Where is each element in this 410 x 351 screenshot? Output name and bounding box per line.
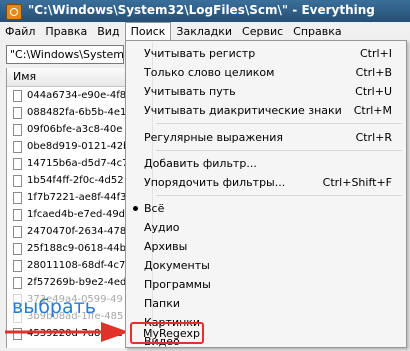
file-name: 044a6734-e90e-4f8 [27, 90, 127, 101]
menu-item-filter-programs[interactable]: Программы [128, 275, 404, 294]
menu-item-label: Документы [144, 259, 210, 272]
file-name: 0be8d919-0121-42b [27, 141, 130, 152]
file-icon [13, 225, 22, 238]
file-icon [13, 191, 22, 204]
menu-item-match-case[interactable]: Учитывать регистр Ctrl+I [128, 44, 404, 63]
menu-file[interactable]: Файл [0, 22, 40, 41]
file-name: 09f06bfe-a3c8-40e [27, 124, 123, 135]
list-item[interactable]: 1b54f4ff-2f0c-4d52 [7, 172, 131, 189]
menu-item-label: Программы [144, 278, 211, 291]
highlight-box [130, 322, 204, 344]
list-item[interactable]: 2470470f-2634-478 [7, 223, 131, 240]
list-item[interactable]: 0be8d919-0121-42b [7, 138, 131, 155]
file-name: 088482fa-6b5b-4e1 [27, 107, 127, 118]
file-icon [13, 140, 22, 153]
file-name: 14715b6a-d5d7-4c7 [27, 158, 129, 169]
list-item[interactable]: 09f06bfe-a3c8-40e [7, 121, 131, 138]
menu-item-label: Упорядочить фильтры... [144, 176, 286, 189]
list-item[interactable]: 25f188c9-0618-44b [7, 240, 131, 257]
file-name: 1b54f4ff-2f0c-4d52 [27, 175, 124, 186]
file-name: 1f7b7221-ae8f-44f3 [27, 192, 127, 203]
menu-item-shortcut: Ctrl+Shift+F [322, 176, 392, 189]
file-name: 25f188c9-0618-44b [27, 243, 126, 254]
column-header-name[interactable]: Имя [7, 68, 131, 87]
menu-item-match-path[interactable]: Учитывать путь Ctrl+U [128, 82, 404, 101]
file-icon [13, 106, 22, 119]
file-icon [13, 123, 22, 136]
list-item[interactable]: 14715b6a-d5d7-4c7 [7, 155, 131, 172]
list-item[interactable]: 2f57269b-b9e2-4ed [7, 274, 131, 291]
menu-item-regex[interactable]: Регулярные выражения Ctrl+R [128, 128, 404, 147]
menu-view[interactable]: Вид [92, 22, 124, 41]
menu-item-label: Только слово целиком [144, 66, 275, 79]
menu-help[interactable]: Справка [288, 22, 346, 41]
menu-item-match-diacritics[interactable]: Учитывать диакритические знаки Ctrl+M [128, 101, 404, 120]
menu-separator [156, 150, 402, 151]
search-menu-dropdown: Учитывать регистр Ctrl+I Только слово цел… [125, 40, 407, 348]
menu-separator [156, 123, 402, 124]
title-bar: "C:\Windows\System32\LogFiles\Scm\" - Ev… [0, 0, 410, 23]
list-item[interactable]: 044a6734-e90e-4f8 [7, 87, 131, 104]
menu-edit[interactable]: Правка [40, 22, 92, 41]
menu-item-label: Учитывать диакритические знаки [144, 104, 342, 117]
list-item[interactable]: 1f7b7221-ae8f-44f3 [7, 189, 131, 206]
menu-item-shortcut: Ctrl+B [355, 66, 392, 79]
menu-item-filter-all[interactable]: Всё [128, 199, 404, 218]
selected-bullet-icon [133, 206, 138, 211]
file-icon [13, 174, 22, 187]
menu-search[interactable]: Поиск [124, 22, 172, 41]
menu-tools[interactable]: Сервис [237, 22, 288, 41]
menu-item-filter-folders[interactable]: Папки [128, 294, 404, 313]
menu-item-label: Добавить фильтр... [144, 157, 257, 170]
search-input[interactable]: "C:\Windows\System32 [6, 45, 124, 64]
list-item[interactable]: 088482fa-6b5b-4e1 [7, 104, 131, 121]
menu-item-label: Папки [144, 297, 180, 310]
menu-item-filter-audio[interactable]: Аудио [128, 218, 404, 237]
menu-item-add-filter[interactable]: Добавить фильтр... [128, 154, 404, 173]
file-icon [13, 208, 22, 221]
menu-bar: Файл Правка Вид Поиск Закладки Сервис Сп… [0, 22, 410, 41]
menu-item-filter-documents[interactable]: Документы [128, 256, 404, 275]
menu-bookmarks[interactable]: Закладки [171, 22, 237, 41]
menu-item-label: Архивы [144, 240, 188, 253]
window-title: "C:\Windows\System32\LogFiles\Scm\" - Ev… [28, 3, 375, 17]
file-name: 1fcaed4b-e7ed-49d [27, 209, 126, 220]
everything-app-icon [6, 4, 22, 20]
menu-item-label: Учитывать регистр [144, 47, 256, 60]
menu-item-shortcut: Ctrl+U [355, 85, 392, 98]
menu-item-label: Аудио [144, 221, 180, 234]
file-name: 28011108-68df-4c7 [27, 260, 126, 271]
menu-item-whole-word[interactable]: Только слово целиком Ctrl+B [128, 63, 404, 82]
file-name: 2f57269b-b9e2-4ed [27, 277, 127, 288]
list-item[interactable]: 1fcaed4b-e7ed-49d [7, 206, 131, 223]
menu-item-label: Учитывать путь [144, 85, 236, 98]
menu-item-organize-filters[interactable]: Упорядочить фильтры... Ctrl+Shift+F [128, 173, 404, 192]
annotation-label: выбрать [12, 296, 96, 318]
file-icon [13, 242, 22, 255]
menu-item-label: Всё [144, 202, 165, 215]
file-icon [13, 259, 22, 272]
annotation-arrow-icon [5, 322, 129, 342]
file-name: 2470470f-2634-478 [27, 226, 127, 237]
menu-item-filter-archives[interactable]: Архивы [128, 237, 404, 256]
file-icon [13, 157, 22, 170]
menu-item-shortcut: Ctrl+I [359, 47, 392, 60]
menu-item-shortcut: Ctrl+R [355, 131, 392, 144]
menu-item-label: Регулярные выражения [144, 131, 283, 144]
file-icon [13, 89, 22, 102]
menu-item-shortcut: Ctrl+M [353, 104, 392, 117]
menu-separator [156, 195, 402, 196]
file-icon [13, 276, 22, 289]
list-item[interactable]: 28011108-68df-4c7 [7, 257, 131, 274]
